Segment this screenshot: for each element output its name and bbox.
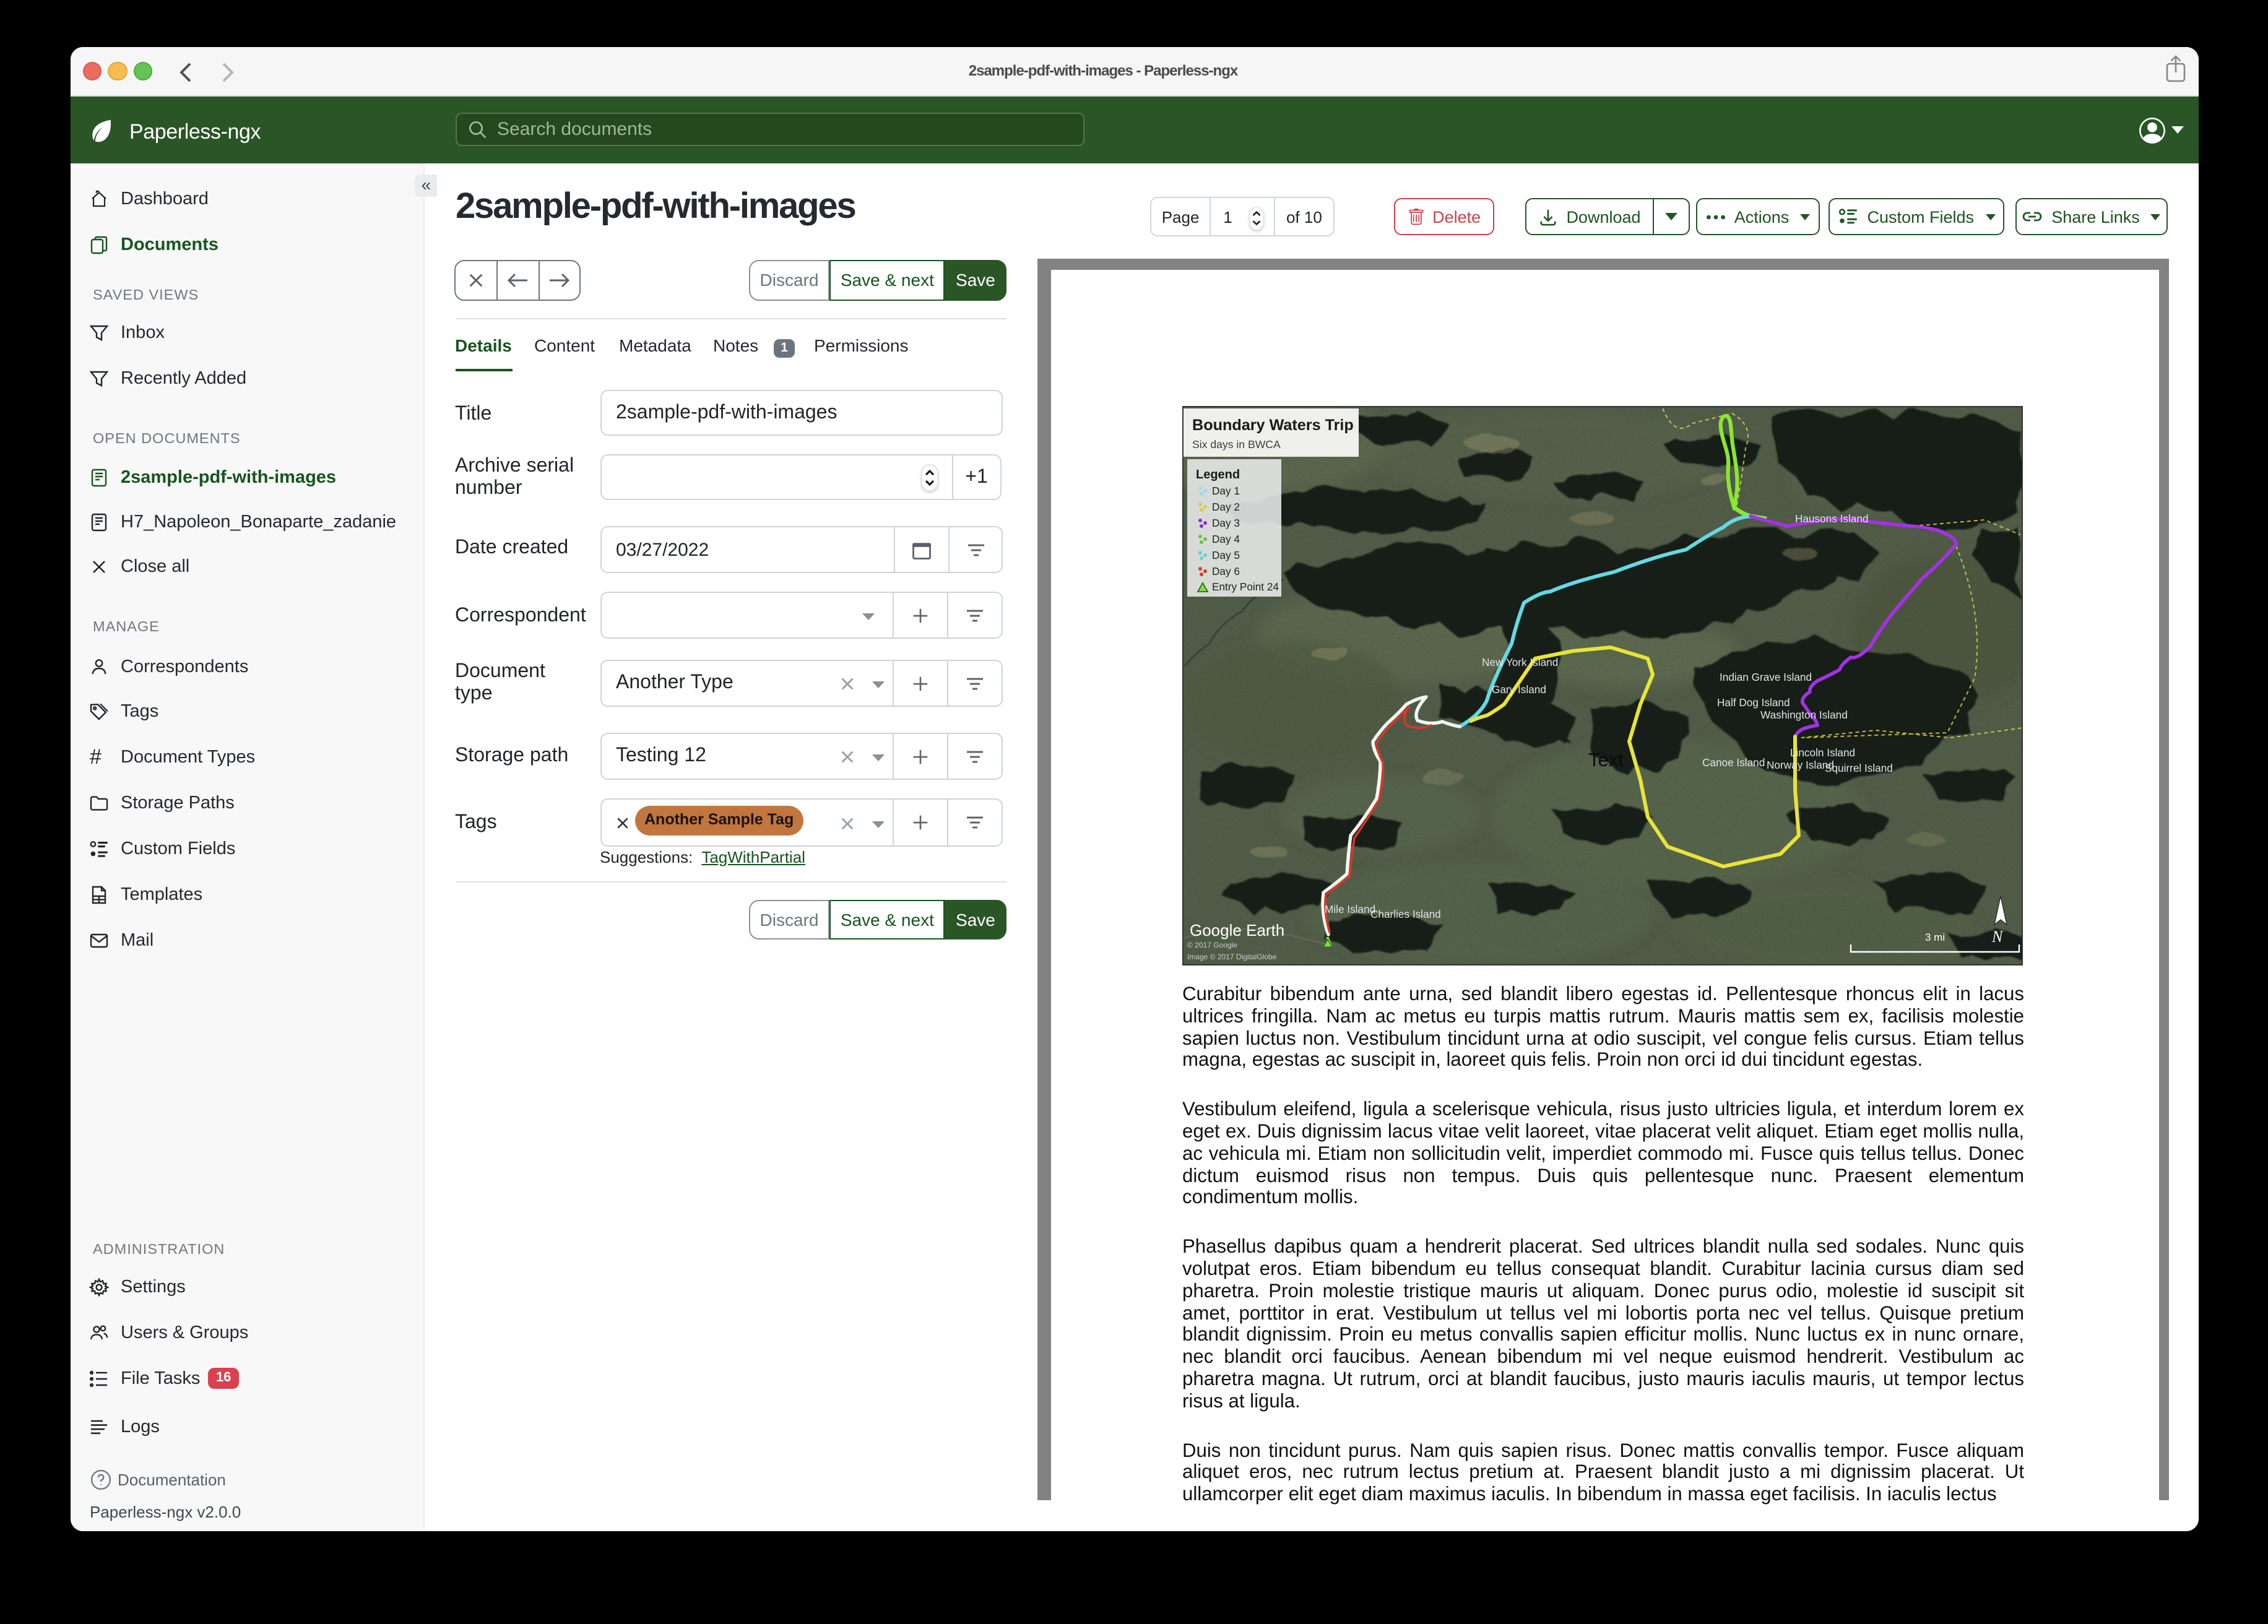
svg-text:Day 3: Day 3 — [1211, 516, 1239, 529]
svg-text:Text: Text — [1588, 748, 1623, 770]
svg-text:N: N — [1991, 927, 2003, 945]
svg-text:Hausons Island: Hausons Island — [1794, 512, 1868, 524]
svg-text:Squirrel Island: Squirrel Island — [1824, 761, 1892, 774]
svg-text:Day 1: Day 1 — [1211, 484, 1239, 496]
svg-text:Washington Island: Washington Island — [1760, 708, 1847, 720]
svg-text:Mile Island: Mile Island — [1324, 902, 1375, 915]
svg-text:Entry Point 24: Entry Point 24 — [1211, 580, 1278, 592]
svg-text:Legend: Legend — [1195, 467, 1239, 481]
svg-text:Canoe Island: Canoe Island — [1702, 756, 1764, 768]
svg-text:Day 2: Day 2 — [1211, 500, 1239, 512]
svg-text:Day 4: Day 4 — [1211, 532, 1239, 545]
svg-text:Day 5: Day 5 — [1211, 548, 1239, 561]
svg-text:Google Earth: Google Earth — [1189, 920, 1284, 939]
svg-text:© 2017 Google: © 2017 Google — [1187, 940, 1237, 949]
svg-text:Day 6: Day 6 — [1211, 564, 1239, 577]
svg-text:Six days in BWCA: Six days in BWCA — [1192, 438, 1280, 450]
svg-text:New York Island: New York Island — [1481, 655, 1557, 668]
svg-text:Boundary Waters Trip: Boundary Waters Trip — [1192, 416, 1353, 433]
svg-text:Half Dog Island: Half Dog Island — [1716, 696, 1790, 708]
svg-text:Gary Island: Gary Island — [1491, 683, 1546, 695]
svg-text:Image © 2017 DigitalGlobe: Image © 2017 DigitalGlobe — [1187, 952, 1276, 961]
svg-text:Lincoln Island: Lincoln Island — [1790, 746, 1855, 758]
svg-text:Norway Island: Norway Island — [1766, 758, 1833, 771]
svg-text:Charlies Island: Charlies Island — [1370, 907, 1440, 920]
svg-text:Indian Grave Island: Indian Grave Island — [1719, 670, 1811, 683]
svg-text:3 mi: 3 mi — [1924, 931, 1944, 943]
